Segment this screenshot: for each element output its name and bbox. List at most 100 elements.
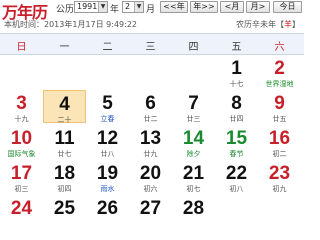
- calendar-day-cell[interactable]: 13 廿九: [129, 125, 172, 159]
- lunar-day-label: 立春: [100, 115, 115, 123]
- weekday-sun: 日: [16, 42, 27, 53]
- day-number: 10: [10, 128, 33, 149]
- local-time-text: 本机时间：2013年1月17日 9:49:22: [4, 20, 138, 29]
- lunar-day-label: 廿二: [143, 115, 158, 123]
- day-number: 14: [182, 128, 205, 149]
- calendar-day-cell[interactable]: 25: [43, 195, 86, 228]
- lunar-day-label: 初八: [229, 185, 244, 193]
- weekday-fri: 五: [231, 42, 242, 53]
- lunar-day-label: 廿五: [272, 115, 287, 123]
- calendar-day-cell[interactable]: 15 春节: [215, 125, 258, 159]
- calendar-day-cell[interactable]: 11 廿七: [43, 125, 86, 159]
- calendar-day-cell[interactable]: 8 廿四: [215, 90, 258, 124]
- prev-year-button[interactable]: <<年: [160, 1, 188, 13]
- calendar-day-cell[interactable]: 28: [172, 195, 215, 228]
- day-number: 26: [96, 198, 119, 219]
- day-number: 9: [274, 93, 285, 114]
- year-unit-label: 年: [110, 5, 120, 15]
- year-select[interactable]: 1991 ▼: [74, 1, 108, 13]
- lunar-day-label: 十九: [14, 115, 29, 123]
- calendar-day-cell-today[interactable]: 4 二十: [43, 90, 86, 124]
- lunar-day-label: 二十: [57, 116, 72, 124]
- calendar-day-cell[interactable]: 19 雨水: [86, 160, 129, 194]
- day-number: 28: [182, 198, 205, 219]
- calendar-day-cell: [0, 55, 43, 88]
- lunar-day-label: 初三: [14, 185, 29, 193]
- day-number: 4: [59, 94, 70, 115]
- next-year-button[interactable]: 年>>: [190, 1, 218, 13]
- calendar-day-cell[interactable]: 24: [0, 195, 43, 228]
- calendar-day-cell[interactable]: 18 初四: [43, 160, 86, 194]
- calendar-day-cell[interactable]: 27: [129, 195, 172, 228]
- prev-month-button[interactable]: <月: [220, 1, 244, 13]
- month-unit-label: 月: [146, 5, 156, 15]
- chevron-down-icon: ▼: [134, 2, 143, 12]
- weekday-thu: 四: [188, 42, 199, 53]
- calendar-day-cell[interactable]: 22 初八: [215, 160, 258, 194]
- calendar-day-cell[interactable]: 10 国际气象: [0, 125, 43, 159]
- lunar-day-label: 除夕: [186, 150, 201, 158]
- lunar-zodiac: 羊: [284, 20, 292, 29]
- day-number: 25: [53, 198, 76, 219]
- day-number: 17: [10, 163, 33, 184]
- next-month-button[interactable]: 月>: [246, 1, 270, 13]
- calendar-day-cell[interactable]: 14 除夕: [172, 125, 215, 159]
- lunar-year-suffix: 】: [292, 20, 300, 29]
- toolbar: 万年历 公历 1991 ▼ 年 2 ▼ 月 <<年 年>> <月 月> 今日: [0, 0, 304, 22]
- day-number: 7: [188, 93, 199, 114]
- calendar-type-label: 公历: [56, 5, 75, 15]
- calendar-day-cell: [215, 195, 258, 228]
- day-number: 18: [53, 163, 76, 184]
- lunar-day-label: 世界湿地: [265, 80, 294, 88]
- calendar-day-cell[interactable]: 12 廿八: [86, 125, 129, 159]
- day-number: 8: [231, 93, 242, 114]
- calendar-day-cell[interactable]: 2 世界湿地: [258, 55, 301, 89]
- calendar-day-cell[interactable]: 23 初九: [258, 160, 301, 194]
- month-select[interactable]: 2 ▼: [122, 1, 144, 13]
- calendar-day-cell[interactable]: 26: [86, 195, 129, 228]
- day-number: 1: [231, 58, 242, 79]
- lunar-day-label: 廿八: [100, 150, 115, 158]
- weekday-tue: 二: [102, 42, 113, 53]
- calendar-day-cell: [258, 195, 301, 228]
- today-button[interactable]: 今日: [273, 1, 302, 13]
- day-number: 23: [268, 163, 291, 184]
- lunar-day-label: 初九: [272, 185, 287, 193]
- lunar-day-label: 初二: [272, 150, 287, 158]
- lunar-day-label: 初四: [57, 185, 72, 193]
- weekday-sat: 六: [274, 42, 285, 53]
- day-number: 22: [225, 163, 248, 184]
- calendar-day-cell[interactable]: 1 十七: [215, 55, 258, 89]
- day-number: 11: [54, 128, 75, 149]
- lunar-day-label: 廿三: [186, 115, 201, 123]
- day-number: 2: [274, 58, 285, 79]
- weekday-wed: 三: [145, 42, 156, 53]
- calendar-day-cell: [43, 55, 86, 88]
- weekday-header: 日 一 二 三 四 五 六: [0, 33, 304, 55]
- month-select-value: 2: [125, 2, 131, 11]
- lunar-day-label: 雨水: [100, 185, 115, 193]
- calendar-day-cell[interactable]: 7 廿三: [172, 90, 215, 124]
- lunar-day-label: 初七: [186, 185, 201, 193]
- calendar-day-cell[interactable]: 17 初三: [0, 160, 43, 194]
- lunar-day-label: 春节: [229, 150, 244, 158]
- calendar-day-cell[interactable]: 6 廿二: [129, 90, 172, 124]
- day-number: 13: [139, 128, 162, 149]
- calendar-day-cell: [172, 55, 215, 88]
- calendar-day-cell[interactable]: 21 初七: [172, 160, 215, 194]
- calendar-day-cell[interactable]: 9 廿五: [258, 90, 301, 124]
- lunar-year-prefix: 农历辛未年【: [236, 20, 284, 29]
- lunar-day-label: 廿七: [57, 150, 72, 158]
- day-number: 27: [139, 198, 162, 219]
- lunar-year-text: 农历辛未年【羊】: [236, 19, 300, 30]
- calendar-day-cell[interactable]: 20 初六: [129, 160, 172, 194]
- calendar-day-cell[interactable]: 3 十九: [0, 90, 43, 124]
- day-number: 16: [268, 128, 291, 149]
- day-number: 6: [145, 93, 156, 114]
- calendar-day-cell[interactable]: 16 初二: [258, 125, 301, 159]
- day-number: 19: [96, 163, 119, 184]
- lunar-day-label: 廿四: [229, 115, 244, 123]
- lunar-day-label: 十七: [229, 80, 244, 88]
- calendar-day-cell[interactable]: 5 立春: [86, 90, 129, 124]
- day-number: 3: [16, 93, 27, 114]
